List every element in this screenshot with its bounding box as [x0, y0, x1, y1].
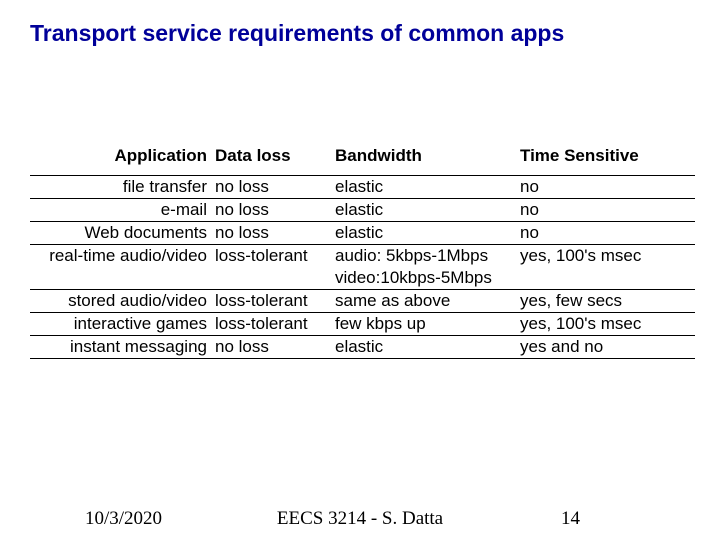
table-header-row: Application Data loss Bandwidth Time Sen… — [30, 145, 695, 175]
col-bandwidth: Bandwidth — [335, 145, 520, 175]
requirements-table: Application Data loss Bandwidth Time Sen… — [30, 145, 695, 359]
table-row: file transfer no loss elastic no — [30, 176, 695, 198]
table-row: interactive games loss-tolerant few kbps… — [30, 313, 695, 335]
cell-bw: elastic — [335, 176, 520, 198]
cell-app — [30, 267, 215, 289]
cell-app: instant messaging — [30, 336, 215, 358]
cell-time: yes, 100's msec — [520, 313, 690, 335]
cell-loss: no loss — [215, 199, 335, 221]
cell-app: real-time audio/video — [30, 245, 215, 267]
footer-page: 14 — [561, 508, 580, 530]
cell-time — [520, 267, 690, 289]
cell-loss: no loss — [215, 222, 335, 244]
cell-loss — [215, 267, 335, 289]
slide: Transport service requirements of common… — [0, 0, 720, 540]
slide-title: Transport service requirements of common… — [30, 20, 690, 47]
cell-bw: video:10kbps-5Mbps — [335, 267, 520, 289]
cell-app: Web documents — [30, 222, 215, 244]
cell-bw: elastic — [335, 222, 520, 244]
table-row: e-mail no loss elastic no — [30, 199, 695, 221]
cell-loss: loss-tolerant — [215, 245, 335, 267]
col-dataloss: Data loss — [215, 145, 335, 175]
cell-loss: loss-tolerant — [215, 313, 335, 335]
cell-bw: same as above — [335, 290, 520, 312]
cell-loss: no loss — [215, 336, 335, 358]
cell-app: interactive games — [30, 313, 215, 335]
col-timesensitive: Time Sensitive — [520, 145, 690, 175]
cell-bw: few kbps up — [335, 313, 520, 335]
cell-app: file transfer — [30, 176, 215, 198]
cell-time: yes and no — [520, 336, 690, 358]
divider — [30, 358, 695, 359]
col-application: Application — [30, 145, 215, 175]
cell-time: yes, 100's msec — [520, 245, 690, 267]
cell-loss: loss-tolerant — [215, 290, 335, 312]
cell-bw: elastic — [335, 336, 520, 358]
cell-app: e-mail — [30, 199, 215, 221]
table-row: real-time audio/video loss-tolerant audi… — [30, 245, 695, 267]
cell-app: stored audio/video — [30, 290, 215, 312]
cell-time: no — [520, 199, 690, 221]
cell-time: no — [520, 176, 690, 198]
cell-time: yes, few secs — [520, 290, 690, 312]
table-body: file transfer no loss elastic no e-mail … — [30, 175, 695, 359]
cell-bw: audio: 5kbps-1Mbps — [335, 245, 520, 267]
table-row: stored audio/video loss-tolerant same as… — [30, 290, 695, 312]
cell-bw: elastic — [335, 199, 520, 221]
cell-time: no — [520, 222, 690, 244]
table-row: instant messaging no loss elastic yes an… — [30, 336, 695, 358]
footer-course: EECS 3214 - S. Datta — [0, 508, 720, 530]
cell-loss: no loss — [215, 176, 335, 198]
table-row: video:10kbps-5Mbps — [30, 267, 695, 289]
table-row: Web documents no loss elastic no — [30, 222, 695, 244]
